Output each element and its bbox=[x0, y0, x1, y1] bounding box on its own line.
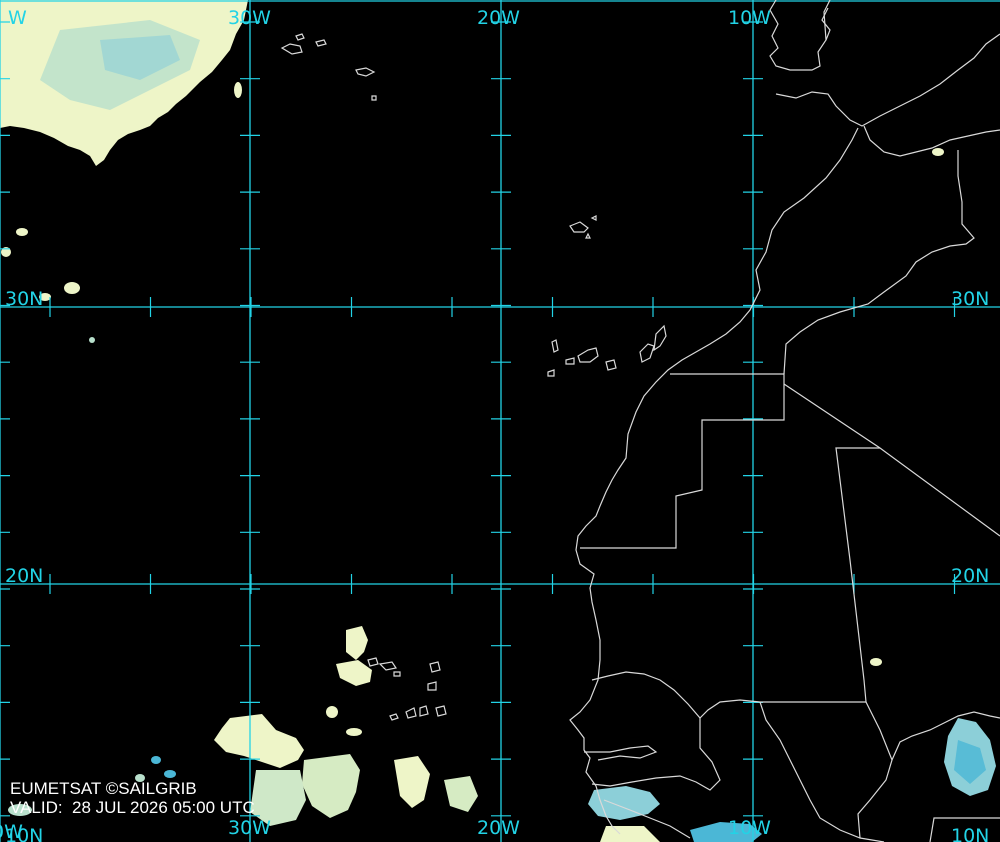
lon-label-bottom: 10W bbox=[728, 817, 771, 839]
lat-label-right: 30N bbox=[951, 288, 989, 310]
lat-label-left: 30N bbox=[5, 288, 43, 310]
cloud-small bbox=[234, 82, 242, 98]
lon-label-top: 20W bbox=[477, 7, 520, 29]
lon-label-top: 10W bbox=[728, 7, 771, 29]
cloud-small bbox=[346, 728, 362, 736]
ocean-background bbox=[0, 0, 1000, 842]
cloud-small bbox=[89, 337, 95, 343]
cloud-small bbox=[16, 228, 28, 236]
lon-label-bottom: 30W bbox=[228, 817, 271, 839]
cloud-small bbox=[153, 91, 163, 105]
cloud-small bbox=[932, 148, 944, 156]
lat-label-right: 20N bbox=[951, 565, 989, 587]
valid-time-text: VALID: 28 JUL 2026 05:00 UTC bbox=[10, 798, 255, 817]
lat-label-left: 20N bbox=[5, 565, 43, 587]
cloud-small bbox=[164, 770, 176, 778]
cloud-small bbox=[151, 756, 161, 764]
lon-label-bottom: 20W bbox=[477, 817, 520, 839]
cloud-small bbox=[870, 658, 882, 666]
credit-text: EUMETSAT ©SAILGRIB bbox=[10, 779, 197, 798]
lat-label-right: 10N bbox=[951, 825, 989, 842]
cloud-small bbox=[326, 706, 338, 718]
satellite-map: W 30W 20W 10W 0W 30W 20W 10W 30N 20N 10N… bbox=[0, 0, 1000, 842]
cloud-small bbox=[64, 282, 80, 294]
lat-label-left: 10N bbox=[5, 825, 43, 842]
lon-label-top: W bbox=[8, 7, 27, 29]
lon-label-top: 30W bbox=[228, 7, 271, 29]
